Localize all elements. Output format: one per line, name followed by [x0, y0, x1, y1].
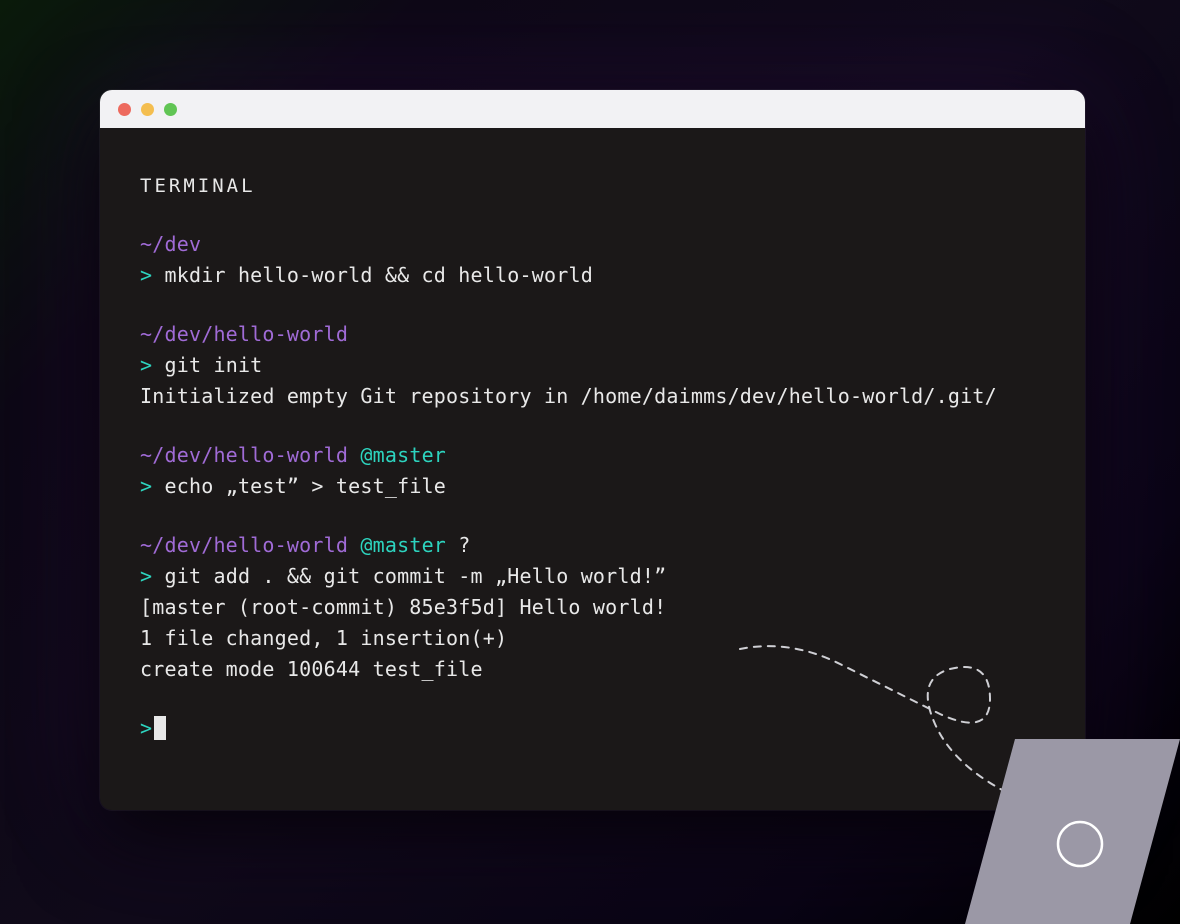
command-text: mkdir hello-world && cd hello-world: [165, 263, 593, 287]
output-line: [master (root-commit) 85e3f5d] Hello wor…: [140, 592, 1045, 623]
prompt-path: ~/dev: [140, 232, 201, 256]
prompt-status: ?: [458, 533, 470, 557]
prompt-path: ~/dev/hello-world: [140, 533, 348, 557]
prompt-branch: @master: [360, 443, 446, 467]
command-text: git init: [165, 353, 263, 377]
output-line: Initialized empty Git repository in /hom…: [140, 381, 1045, 412]
window-titlebar: [100, 90, 1085, 128]
minimize-icon[interactable]: [141, 103, 154, 116]
terminal-block: ~/dev/hello-world > git init Initialized…: [140, 319, 1045, 412]
prompt-path: ~/dev/hello-world: [140, 322, 348, 346]
prompt-char: >: [140, 716, 152, 740]
output-line: create mode 100644 test_file: [140, 654, 1045, 685]
close-icon[interactable]: [118, 103, 131, 116]
terminal-block: ~/dev > mkdir hello-world && cd hello-wo…: [140, 229, 1045, 291]
terminal-label: TERMINAL: [140, 172, 1045, 201]
prompt-char: >: [140, 353, 152, 377]
prompt-char: >: [140, 474, 152, 498]
prompt-char: >: [140, 263, 152, 287]
command-text: echo „test” > test_file: [165, 474, 447, 498]
zoom-icon[interactable]: [164, 103, 177, 116]
prompt-branch: @master: [360, 533, 446, 557]
terminal-window: TERMINAL ~/dev > mkdir hello-world && cd…: [100, 90, 1085, 810]
prompt-path: ~/dev/hello-world: [140, 443, 348, 467]
output-line: 1 file changed, 1 insertion(+): [140, 623, 1045, 654]
active-prompt[interactable]: >: [140, 713, 1045, 744]
terminal-body[interactable]: TERMINAL ~/dev > mkdir hello-world && cd…: [100, 128, 1085, 810]
cursor-icon: [154, 716, 166, 740]
terminal-block: ~/dev/hello-world @master > echo „test” …: [140, 440, 1045, 502]
prompt-char: >: [140, 564, 152, 588]
command-text: git add . && git commit -m „Hello world!…: [165, 564, 667, 588]
terminal-block: ~/dev/hello-world @master ? > git add . …: [140, 530, 1045, 685]
